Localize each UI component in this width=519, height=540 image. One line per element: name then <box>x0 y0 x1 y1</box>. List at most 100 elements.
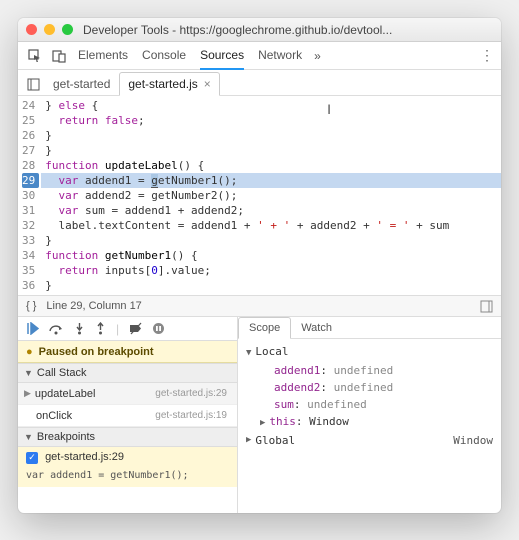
window-title: Developer Tools - https://googlechrome.g… <box>83 23 392 37</box>
debugger-pane: | ● Paused on breakpoint ▼ Call Stack ▶ … <box>18 317 501 513</box>
stack-fn: updateLabel <box>35 388 96 400</box>
close-icon[interactable] <box>26 24 37 35</box>
line-number[interactable]: 27 <box>22 143 35 158</box>
tab-scope[interactable]: Scope <box>238 317 291 339</box>
scope-tab-bar: Scope Watch <box>238 317 501 339</box>
close-tab-icon[interactable]: × <box>204 77 211 91</box>
deactivate-breakpoints-icon[interactable] <box>129 322 142 335</box>
breakpoints-header[interactable]: ▼ Breakpoints <box>18 427 237 447</box>
scope-tree[interactable]: ▼Local addend1: undefined addend2: undef… <box>238 339 501 453</box>
stack-loc: get-started.js:19 <box>155 410 227 421</box>
stack-frame[interactable]: ▶ updateLabel get-started.js:29 <box>18 383 237 405</box>
step-out-icon[interactable] <box>95 322 106 335</box>
maximize-icon[interactable] <box>62 24 73 35</box>
settings-menu-icon[interactable]: ⋮ <box>480 47 495 64</box>
var-name: addend1 <box>274 364 320 377</box>
code-line[interactable]: } else { <box>41 98 501 113</box>
code-line[interactable]: return false; <box>41 113 501 128</box>
line-number[interactable]: 29 <box>22 173 39 188</box>
section-label: Call Stack <box>37 367 87 379</box>
step-over-icon[interactable] <box>49 323 64 335</box>
file-tab-label: get-started.js <box>128 77 197 91</box>
breakpoint-item[interactable]: ✓ get-started.js:29 <box>18 447 237 468</box>
minimize-icon[interactable] <box>44 24 55 35</box>
paused-banner: ● Paused on breakpoint <box>18 341 237 363</box>
var-value: undefined <box>334 364 394 377</box>
section-label: Breakpoints <box>37 431 95 443</box>
step-into-icon[interactable] <box>74 322 85 335</box>
file-tab-label: get-started <box>53 77 110 91</box>
file-tab-get-started-js[interactable]: get-started.js × <box>119 72 219 96</box>
code-line[interactable]: label.textContent = addend1 + ' + ' + ad… <box>41 218 501 233</box>
file-tab-get-started[interactable]: get-started <box>44 71 119 95</box>
pause-exceptions-icon[interactable] <box>152 322 165 335</box>
code-line[interactable]: function updateLabel() { <box>41 158 501 173</box>
call-stack-header[interactable]: ▼ Call Stack <box>18 363 237 383</box>
device-toggle-icon[interactable] <box>48 45 70 67</box>
stack-frame[interactable]: onClick get-started.js:19 <box>18 405 237 427</box>
current-frame-icon: ▶ <box>24 388 31 399</box>
code-line[interactable]: } <box>41 278 501 293</box>
source-text[interactable]: } else { return false;}}function updateL… <box>41 96 501 295</box>
disclosure-triangle-icon[interactable]: ▶ <box>246 432 251 449</box>
more-tabs-icon[interactable]: » <box>314 49 321 63</box>
cursor-position: Line 29, Column 17 <box>46 300 141 312</box>
debug-controls: | <box>18 317 237 341</box>
breakpoint-label: get-started.js:29 <box>45 451 124 463</box>
tab-elements[interactable]: Elements <box>78 42 128 70</box>
line-number[interactable]: 26 <box>22 128 35 143</box>
var-name: addend2 <box>274 381 320 394</box>
tab-sources[interactable]: Sources <box>200 42 244 70</box>
editor-statusbar: { } Line 29, Column 17 <box>18 295 501 317</box>
disclosure-triangle-icon[interactable]: ▶ <box>260 415 265 432</box>
line-number[interactable]: 33 <box>22 233 35 248</box>
line-number[interactable]: 32 <box>22 218 35 233</box>
disclosure-triangle-icon[interactable]: ▼ <box>246 345 251 362</box>
line-number[interactable]: 25 <box>22 113 35 128</box>
code-line[interactable]: var addend2 = getNumber2(); <box>41 188 501 203</box>
main-toolbar: Elements Console Sources Network » ⋮ <box>18 42 501 70</box>
line-gutter[interactable]: 24252627282930313233343536 <box>18 96 41 295</box>
code-line[interactable]: function getNumber1() { <box>41 248 501 263</box>
file-tab-bar: get-started get-started.js × <box>18 70 501 96</box>
text-cursor-icon: I <box>327 102 331 117</box>
sidebar-toggle-icon[interactable] <box>480 300 493 313</box>
info-icon: ● <box>26 346 33 358</box>
tab-watch[interactable]: Watch <box>291 318 342 338</box>
devtools-window: Developer Tools - https://googlechrome.g… <box>18 18 501 513</box>
pretty-print-icon[interactable]: { } <box>26 300 36 312</box>
scope-global-label: Global <box>255 432 295 449</box>
var-value: undefined <box>334 381 394 394</box>
code-line[interactable]: var addend1 = getNumber1(); <box>41 173 501 188</box>
tab-console[interactable]: Console <box>142 42 186 70</box>
titlebar: Developer Tools - https://googlechrome.g… <box>18 18 501 42</box>
code-line[interactable]: var sum = addend1 + addend2; <box>41 203 501 218</box>
var-name: this <box>269 415 296 428</box>
code-line[interactable]: } <box>41 233 501 248</box>
code-editor[interactable]: 24252627282930313233343536 } else { retu… <box>18 96 501 295</box>
debugger-right-pane: Scope Watch ▼Local addend1: undefined ad… <box>238 317 501 513</box>
inspect-icon[interactable] <box>24 45 46 67</box>
stack-loc: get-started.js:29 <box>155 388 227 399</box>
code-line[interactable]: return inputs[0].value; <box>41 263 501 278</box>
line-number[interactable]: 28 <box>22 158 35 173</box>
var-value: undefined <box>307 398 367 411</box>
resume-icon[interactable] <box>26 322 39 335</box>
panel-tabs: Elements Console Sources Network <box>78 42 302 70</box>
line-number[interactable]: 31 <box>22 203 35 218</box>
checkbox-icon[interactable]: ✓ <box>26 452 38 464</box>
line-number[interactable]: 30 <box>22 188 35 203</box>
var-name: sum <box>274 398 294 411</box>
scope-local-label: Local <box>255 345 288 358</box>
navigator-toggle-icon[interactable] <box>22 73 44 95</box>
code-line[interactable]: } <box>41 128 501 143</box>
line-number[interactable]: 34 <box>22 248 35 263</box>
line-number[interactable]: 35 <box>22 263 35 278</box>
var-value: Window <box>453 432 493 449</box>
window-controls <box>26 24 73 35</box>
code-line[interactable]: } <box>41 143 501 158</box>
breakpoint-code: var addend1 = getNumber1(); <box>18 468 237 487</box>
line-number[interactable]: 24 <box>22 98 35 113</box>
line-number[interactable]: 36 <box>22 278 35 293</box>
tab-network[interactable]: Network <box>258 42 302 70</box>
